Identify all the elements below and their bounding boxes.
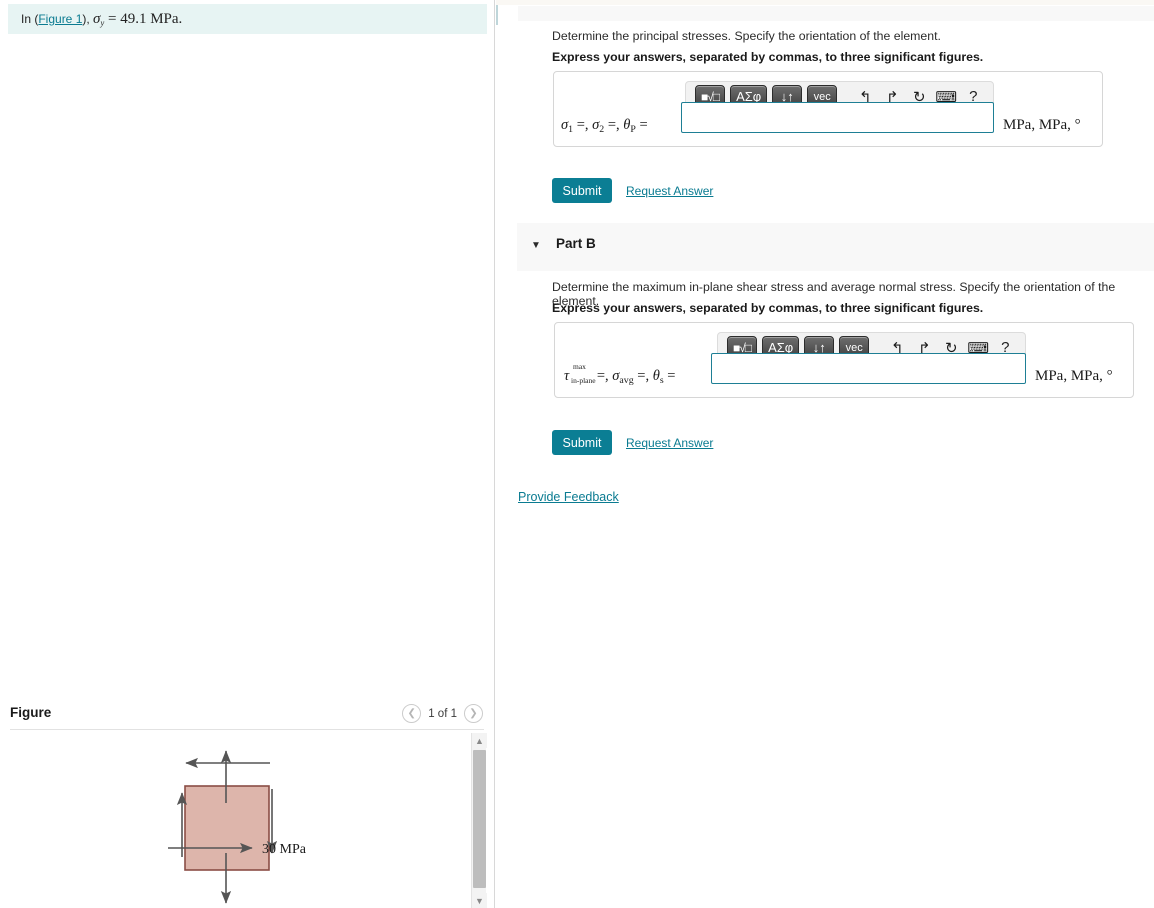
figure-panel-title: Figure	[10, 705, 52, 720]
scroll-down-icon[interactable]: ▼	[472, 893, 487, 908]
part-b-eq2: =,	[633, 368, 653, 384]
part-a-submit-button[interactable]: Submit	[552, 178, 612, 203]
part-b-units: MPa, MPa, °	[1035, 368, 1113, 384]
stress-element-diagram: 30 MPa	[168, 750, 307, 904]
part-b-answer-box: ■√□ ΑΣφ ↓↑ vec ↰ ↱ ↻ ⌨ ? τ max in-plane =,…	[554, 322, 1134, 398]
part-a-eq3: =	[635, 117, 648, 133]
problem-statement-highlight: In (Figure 1), σy = 49.1 MPa.	[8, 4, 487, 34]
tau-superscript-max: max	[573, 362, 586, 371]
problem-equals: =	[104, 10, 121, 27]
part-b-eq3: =	[663, 368, 676, 384]
stress-value-label: 30 MPa	[262, 842, 307, 857]
figure-scrollbar[interactable]: ▲ ▼	[471, 733, 487, 908]
part-a-eq1: =,	[573, 117, 593, 133]
left-panel: In (Figure 1), σy = 49.1 MPa. Figure ❮ 1…	[0, 0, 495, 908]
part-b-submit-button[interactable]: Submit	[552, 430, 612, 455]
problem-value: 49.1 MPa.	[120, 10, 183, 27]
scroll-up-icon[interactable]: ▲	[472, 733, 487, 748]
part-a-eq2: =,	[604, 117, 624, 133]
top-strip	[496, 0, 1154, 5]
tau-subscript-inplane: in-plane	[571, 376, 596, 385]
figure-navigation: ❮ 1 of 1 ❯	[402, 704, 483, 723]
part-a-instruction: Express your answers, separated by comma…	[552, 50, 984, 64]
part-b-eq1: =,	[593, 368, 613, 384]
problem-statement: In (Figure 1), σy = 49.1 MPa.	[21, 11, 182, 28]
page-root: In (Figure 1), σy = 49.1 MPa. Figure ❮ 1…	[0, 0, 1154, 908]
figure-divider	[10, 729, 484, 730]
scrollbar-thumb[interactable]	[473, 750, 486, 888]
part-a-units: MPa, MPa, °	[1003, 117, 1081, 133]
figure-counter: 1 of 1	[428, 707, 457, 720]
figure-next-button[interactable]: ❯	[464, 704, 483, 723]
theta-s-symbol: θ	[652, 368, 660, 384]
part-b-instruction: Express your answers, separated by comma…	[552, 301, 984, 315]
part-a-answer-input[interactable]	[681, 102, 994, 133]
part-b-answer-labels: τ max in-plane =, σavg =, θs =	[564, 362, 676, 386]
tau-max-inplane: τ max in-plane	[564, 362, 596, 385]
figure-prev-button[interactable]: ❮	[402, 704, 422, 723]
figure-viewport: 30 MPa	[0, 731, 494, 908]
chevron-down-icon[interactable]: ▼	[531, 240, 541, 251]
part-a-request-answer-link[interactable]: Request Answer	[626, 184, 713, 198]
part-b-title: Part B	[556, 236, 596, 251]
part-b-request-answer-link[interactable]: Request Answer	[626, 436, 713, 450]
provide-feedback-link[interactable]: Provide Feedback	[518, 490, 619, 504]
problem-suffix: ),	[82, 11, 94, 26]
tau-symbol: τ	[564, 368, 570, 384]
part-a-question: Determine the principal stresses. Specif…	[552, 29, 941, 43]
part-a-answer-labels: σ1 =, σ2 =, θP =	[561, 117, 648, 135]
problem-prefix: In (	[21, 11, 39, 26]
stress-element-square	[184, 785, 270, 871]
figure-1-link[interactable]: Figure 1	[38, 12, 82, 26]
part-a-answer-box: ■√□ ΑΣφ ↓↑ vec ↰ ↱ ↻ ⌨ ? σ1 =, σ2 =, θP …	[553, 71, 1103, 147]
part-b-header[interactable]	[517, 223, 1154, 271]
part-a-header-bar	[518, 6, 1154, 21]
part-b-answer-input[interactable]	[711, 353, 1026, 384]
sigma-avg-subscript: avg	[619, 374, 634, 386]
left-accent-rule	[496, 5, 498, 25]
